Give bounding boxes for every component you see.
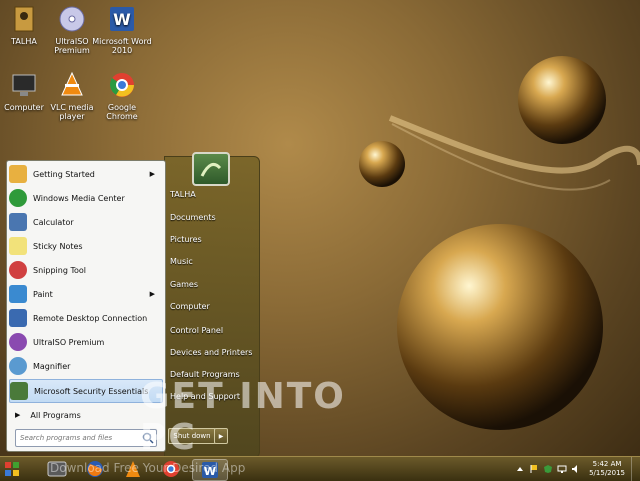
start-link-pictures[interactable]: Pictures — [170, 229, 256, 249]
program-windows-media-center[interactable]: Windows Media Center — [9, 187, 161, 209]
program-sticky-notes[interactable]: Sticky Notes — [9, 235, 161, 257]
scissors-icon — [9, 261, 27, 279]
program-label: Snipping Tool — [33, 265, 86, 275]
paint-icon — [9, 285, 27, 303]
program-remote-desktop[interactable]: Remote Desktop Connection — [9, 307, 161, 329]
media-center-icon — [9, 189, 27, 207]
program-magnifier[interactable]: Magnifier — [9, 355, 161, 377]
getting-started-icon — [9, 165, 27, 183]
user-picture[interactable] — [192, 152, 230, 186]
submenu-arrow-icon: ▶ — [149, 170, 155, 178]
disc-icon — [9, 333, 27, 351]
program-label: Paint — [33, 289, 53, 299]
program-label: Microsoft Security Essentials — [34, 386, 149, 396]
program-snipping-tool[interactable]: Snipping Tool — [9, 259, 161, 281]
start-link-devices-printers[interactable]: Devices and Printers — [170, 342, 256, 362]
disc-icon — [57, 4, 87, 34]
calculator-icon — [9, 213, 27, 231]
program-label: Windows Media Center — [33, 193, 125, 203]
desktop-icon-chrome[interactable]: Google Chrome — [92, 70, 152, 121]
all-programs-label: All Programs — [30, 410, 81, 420]
search-box[interactable] — [15, 429, 157, 447]
sticky-notes-icon — [9, 237, 27, 255]
program-label: Calculator — [33, 217, 74, 227]
shield-icon[interactable] — [543, 464, 553, 474]
program-getting-started[interactable]: Getting Started ▶ — [9, 163, 161, 185]
show-desktop-button[interactable] — [631, 457, 640, 481]
chevron-up-icon[interactable] — [515, 464, 525, 474]
program-label: Getting Started — [33, 169, 95, 179]
start-link-music[interactable]: Music — [170, 251, 256, 271]
submenu-arrow-icon: ▶ — [149, 290, 155, 298]
shield-icon — [10, 382, 28, 400]
svg-text:W: W — [113, 10, 131, 29]
system-tray: 5:42 AM 5/15/2015 — [513, 457, 640, 481]
desktop-icon-label: Google Chrome — [106, 103, 138, 121]
magnifier-icon — [9, 357, 27, 375]
word-icon: W — [107, 4, 137, 34]
start-link-user[interactable]: TALHA — [170, 184, 256, 204]
watermark-subtext: Download Free Your Desired App — [50, 461, 246, 475]
arrow-right-icon: ▶ — [218, 432, 224, 440]
shutdown-options-button[interactable]: ▶ — [214, 428, 228, 444]
program-label: Sticky Notes — [33, 241, 83, 251]
user-folder-icon — [9, 4, 39, 34]
clock-date: 5/15/2015 — [589, 469, 625, 477]
taskbar: W Download Free Your Desired App 5:42 AM… — [0, 456, 640, 481]
start-link-games[interactable]: Games — [170, 274, 256, 294]
start-link-computer[interactable]: Computer — [170, 296, 256, 316]
desktop-icon-word[interactable]: W Microsoft Word 2010 — [92, 4, 152, 55]
start-link-control-panel[interactable]: Control Panel — [170, 320, 256, 340]
program-label: Remote Desktop Connection — [33, 313, 148, 323]
remote-desktop-icon — [9, 309, 27, 327]
arrow-right-icon: ▶ — [15, 411, 21, 419]
all-programs-button[interactable]: ▶ All Programs — [9, 405, 161, 425]
program-paint[interactable]: Paint ▶ — [9, 283, 161, 305]
program-ultraiso[interactable]: UltraISO Premium — [9, 331, 161, 353]
start-link-documents[interactable]: Documents — [170, 207, 256, 227]
network-icon[interactable] — [557, 464, 567, 474]
program-label: UltraISO Premium — [33, 337, 105, 347]
vlc-icon — [57, 70, 87, 100]
speaker-icon[interactable] — [571, 464, 581, 474]
start-orb-icon — [5, 462, 19, 476]
computer-icon — [9, 70, 39, 100]
watermark-text: GET INTO PC — [140, 376, 346, 458]
flag-icon[interactable] — [529, 464, 539, 474]
program-label: Magnifier — [33, 361, 71, 371]
user-avatar-icon — [200, 162, 222, 177]
program-calculator[interactable]: Calculator — [9, 211, 161, 233]
clock[interactable]: 5:42 AM 5/15/2015 — [589, 460, 625, 478]
start-button[interactable] — [2, 459, 22, 479]
clock-time: 5:42 AM — [592, 460, 622, 468]
desktop-icon-label: Microsoft Word 2010 — [92, 37, 152, 55]
search-input[interactable] — [16, 430, 142, 446]
chrome-icon — [107, 70, 137, 100]
